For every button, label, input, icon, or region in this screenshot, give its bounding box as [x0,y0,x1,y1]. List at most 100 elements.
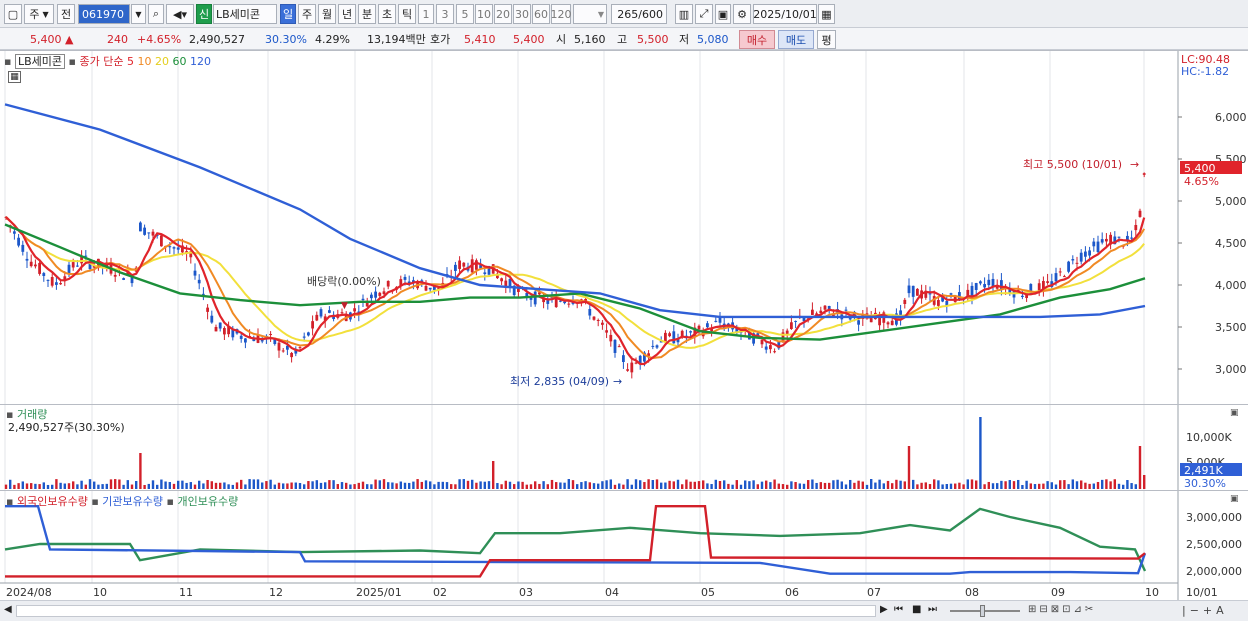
window-menu-icon[interactable]: ▢ [4,4,22,24]
volume-bar [945,484,948,489]
tab-minute[interactable]: 분 [358,4,376,24]
scroll-left-icon[interactable]: ◀ [4,604,12,615]
candle-body [122,278,125,280]
stock-code-input[interactable]: 061970 [78,4,130,24]
panel-close-icon: ▣ [1230,408,1239,418]
volume-bar [240,479,243,489]
scroll-track[interactable] [16,605,876,617]
interval-1[interactable]: 1 [418,4,434,24]
period-select-label: 주 [29,8,40,21]
first-page-icon[interactable]: ⏮ [894,604,903,615]
chart-tool-icons[interactable]: ⊞⊟⊠⊡⊿✂ [1028,604,1096,615]
volume-bar [912,479,915,489]
volume-bar [156,484,159,489]
zoom-controls[interactable]: |−+A [1182,604,1228,617]
legend-dot-icon: ▪ [166,495,174,508]
volume-bar [534,481,537,489]
candle-body [563,301,566,304]
volume-bar [139,453,142,489]
candle-body [630,362,634,373]
search-icon[interactable]: ⌕ [148,4,164,24]
volume-bar [164,481,167,489]
volume-bar [105,483,108,489]
volume-bar [399,481,402,489]
volume-bar [647,479,650,489]
volume-bar [332,480,335,489]
volume-bar [643,482,646,489]
change-percent: +4.65% [137,32,182,46]
sell-button[interactable]: 매도 [778,30,814,49]
grid-toggle-icon[interactable]: ▦ [8,71,21,83]
interval-3[interactable]: 3 [436,4,454,24]
candle-body [907,285,911,294]
volume-bar [836,479,839,489]
calendar-icon[interactable]: ▦ [818,4,835,24]
eval-button[interactable]: 평 [817,30,836,49]
volume-bar [928,484,932,489]
volume-bar [735,480,738,489]
volume-bar [403,482,407,489]
code-dropdown[interactable]: ▼ [131,4,146,24]
tab-tick[interactable]: 틱 [398,4,416,24]
period-select[interactable]: 주 ▼ [24,4,54,24]
volume-bar [55,479,58,489]
tab-second[interactable]: 초 [378,4,396,24]
interval-10[interactable]: 10 [475,4,493,24]
buy-button[interactable]: 매수 [739,30,775,49]
candle-body [71,262,75,268]
count-display[interactable]: 265/600 [611,4,667,24]
candle-body [1117,236,1121,238]
interval-5[interactable]: 5 [456,4,474,24]
interval-20[interactable]: 20 [494,4,512,24]
interval-120[interactable]: 120 [551,4,572,24]
tab-month[interactable]: 월 [318,4,336,24]
interval-30[interactable]: 30 [513,4,531,24]
legend-individual: 개인보유수량 [177,495,239,508]
volume-bar [227,484,230,489]
stop-icon[interactable]: ■ [912,604,921,615]
volume-chart[interactable]: 10,000K5,000K▣2,491K30.30% [0,405,1248,491]
candle-body [596,319,600,321]
stock-name-field[interactable]: LB세미콘 [213,4,277,24]
volume-bar [853,482,856,489]
prev-button[interactable]: 전 [57,4,75,24]
volume-bar [899,480,902,489]
tab-year[interactable]: 년 [338,4,356,24]
candle-body [462,262,466,267]
tab-week[interactable]: 주 [298,4,316,24]
y-tick-label: 4,000 [1215,279,1247,292]
volume-bar [895,479,898,489]
settings-gear-icon[interactable]: ⚙ [733,4,751,24]
volume-bar [828,482,831,489]
price-chart[interactable]: 6,0005,5005,0004,5004,0003,5003,000최고 5,… [0,51,1248,405]
volume-bar [437,481,440,489]
zoom-slider-handle[interactable] [980,605,985,617]
tab-day[interactable]: 일 [280,4,296,24]
legend-ma10: 10 [137,55,152,68]
candle-body [823,305,827,310]
scroll-right-icon[interactable]: ▶ [880,604,888,615]
interval-dropdown[interactable]: ▼ [573,4,607,24]
draw-tool-icon[interactable]: ⤢ [695,4,713,24]
volume-bar [181,480,184,489]
volume-bar [353,484,356,489]
volume-bar [769,482,772,489]
volume-bar [739,484,743,489]
candle-body [672,331,676,344]
volume-bar [630,484,633,489]
volume-bar [25,483,29,489]
low-label: 저 [679,33,690,46]
last-page-icon[interactable]: ⏭ [928,604,937,615]
sound-icon[interactable]: ◀▾ [166,4,194,24]
volume-bar [840,481,843,489]
save-icon[interactable]: ▣ [715,4,731,24]
candle-body [928,293,932,295]
dividend-marker-icon: ▼ [341,301,348,311]
candle-body [239,335,243,339]
interval-60[interactable]: 60 [532,4,550,24]
candle-body [1142,173,1146,175]
zoom-slider[interactable] [950,610,1020,612]
date-input[interactable]: 2025/10/01 [753,4,817,24]
volume-bar [660,482,663,489]
candle-type-icon[interactable]: ▥ [675,4,693,24]
